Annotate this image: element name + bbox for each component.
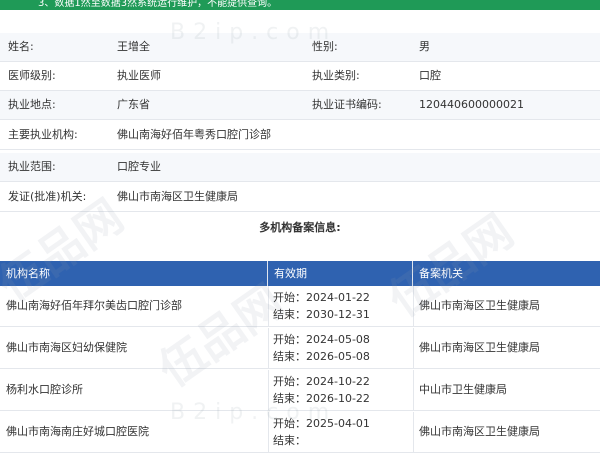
issuer-label: 发证(批准)机关: [8,190,87,203]
category-value: 口腔 [419,69,441,82]
validity-start: 开始：2024-05-08 [273,333,370,346]
issuer-value: 佛山市南海区卫生健康局 [117,190,238,203]
validity-end: 结束：2026-05-08 [273,350,370,363]
info-row-level: 医师级别: 执业医师 执业类别: 口腔 [0,62,600,91]
authority-name: 中山市卫生健康局 [419,383,507,396]
institution-value: 佛山南海好佰年粤秀口腔门诊部 [117,128,271,141]
notice-bar: 3、数据1然至数据3然系统运行维护，不能提供查询。 [0,0,600,10]
notice-text: 3、数据1然至数据3然系统运行维护，不能提供查询。 [38,0,278,9]
authority-name: 佛山市南海区卫生健康局 [419,299,540,312]
header-institution: 机构名称 [0,261,268,286]
validity-end: 结束：2030-12-31 [273,308,370,321]
institution-name: 杨利水口腔诊所 [6,383,83,396]
institution-name: 佛山南海好佰年拜尔美齿口腔门诊部 [6,299,182,312]
table-row: 佛山市南海区妇幼保健院 开始：2024-05-08 结束：2026-05-08 … [0,328,600,369]
info-row-scope: 执业范围: 口腔专业 [0,153,600,182]
level-value: 执业医师 [117,69,161,82]
validity-end: 结束： [273,434,306,447]
header-validity: 有效期 [268,261,413,286]
level-label: 医师级别: [8,69,56,82]
category-label: 执业类别: [312,69,360,82]
institution-label: 主要执业机构: [8,128,78,141]
scope-value: 口腔专业 [117,160,161,173]
name-label: 姓名: [8,40,34,53]
certificate-value: 120440600000021 [419,98,524,111]
header-authority: 备案机关 [419,267,463,280]
validity-end: 结束：2026-10-22 [273,392,370,405]
info-row-institution: 主要执业机构: 佛山南海好佰年粤秀口腔门诊部 [0,121,600,150]
certificate-label: 执业证书编码: [312,98,382,111]
validity-start: 开始：2025-04-01 [273,417,370,430]
table-header: 机构名称 有效期 备案机关 [0,261,600,286]
table-row: 佛山市南海南庄好城口腔医院 开始：2025-04-01 结束： 佛山市南海区卫生… [0,412,600,453]
location-label: 执业地点: [8,98,56,111]
validity-start: 开始：2024-10-22 [273,375,370,388]
info-row-location: 执业地点: 广东省 执业证书编码: 120440600000021 [0,91,600,120]
info-row-name: 姓名: 王增全 性别: 男 [0,33,600,62]
institution-name: 佛山市南海南庄好城口腔医院 [6,425,149,438]
name-value: 王增全 [117,40,150,53]
gender-value: 男 [419,40,430,53]
location-value: 广东省 [117,98,150,111]
scope-label: 执业范围: [8,160,56,173]
authority-name: 佛山市南海区卫生健康局 [419,341,540,354]
institution-name: 佛山市南海区妇幼保健院 [6,341,127,354]
table-row: 佛山南海好佰年拜尔美齿口腔门诊部 开始：2024-01-22 结束：2030-1… [0,286,600,327]
section-title: 多机构备案信息: [259,221,341,234]
table-row: 杨利水口腔诊所 开始：2024-10-22 结束：2026-10-22 中山市卫… [0,370,600,411]
info-row-issuer: 发证(批准)机关: 佛山市南海区卫生健康局 [0,183,600,212]
validity-start: 开始：2024-01-22 [273,291,370,304]
authority-name: 佛山市南海区卫生健康局 [419,425,540,438]
gender-label: 性别: [312,40,338,53]
